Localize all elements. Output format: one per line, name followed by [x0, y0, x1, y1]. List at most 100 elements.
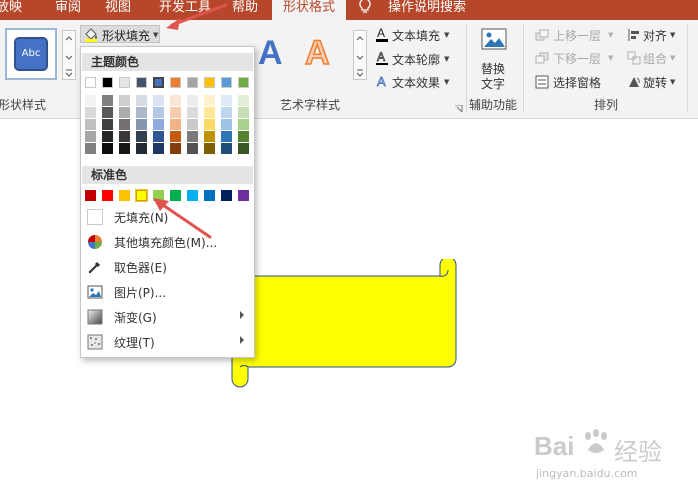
tell-me-search[interactable]: 操作说明搜索: [388, 0, 466, 20]
theme-shade-swatch[interactable]: [170, 95, 181, 106]
theme-shade-swatch[interactable]: [85, 131, 96, 142]
theme-shade-swatch[interactable]: [119, 143, 130, 154]
theme-color-swatch[interactable]: [153, 77, 164, 88]
theme-shade-swatch[interactable]: [221, 119, 232, 130]
shape-style-gallery[interactable]: Abc: [5, 28, 57, 80]
theme-shade-swatch[interactable]: [119, 95, 130, 106]
theme-shade-swatch[interactable]: [170, 107, 181, 118]
standard-color-swatch[interactable]: [170, 190, 181, 201]
theme-shade-swatch[interactable]: [119, 131, 130, 142]
standard-color-swatch[interactable]: [119, 190, 130, 201]
theme-shade-swatch[interactable]: [119, 119, 130, 130]
theme-color-swatch[interactable]: [136, 77, 147, 88]
theme-shade-swatch[interactable]: [204, 143, 215, 154]
standard-color-swatch[interactable]: [204, 190, 215, 201]
alt-text-label-2[interactable]: 文字: [481, 75, 505, 92]
theme-shade-swatch[interactable]: [221, 143, 232, 154]
tab-review[interactable]: 审阅: [55, 0, 81, 20]
align-button[interactable]: 对齐: [643, 27, 667, 44]
theme-shade-swatch[interactable]: [153, 95, 164, 106]
theme-color-swatch[interactable]: [221, 77, 232, 88]
theme-shade-swatch[interactable]: [221, 107, 232, 118]
theme-shade-swatch[interactable]: [238, 119, 249, 130]
standard-color-swatch[interactable]: [153, 190, 164, 201]
theme-shade-swatch[interactable]: [153, 107, 164, 118]
theme-shade-swatch[interactable]: [102, 143, 113, 154]
picture-fill-item[interactable]: 图片(P)...: [82, 280, 253, 304]
tab-slideshow[interactable]: 放映: [0, 0, 22, 20]
theme-shade-swatch[interactable]: [187, 131, 198, 142]
text-fill-button[interactable]: 文本填充: [392, 27, 440, 44]
theme-shade-swatch[interactable]: [85, 143, 96, 154]
wordart-style-blue[interactable]: A: [258, 34, 283, 73]
style-gallery-scroll[interactable]: [62, 30, 76, 80]
theme-shade-swatch[interactable]: [153, 143, 164, 154]
wordart-style-orange[interactable]: A: [304, 33, 330, 73]
theme-shade-swatch[interactable]: [170, 131, 181, 142]
dialog-launcher-icon[interactable]: [455, 102, 463, 116]
text-effects-button[interactable]: 文本效果: [392, 74, 440, 91]
theme-shade-swatch[interactable]: [102, 131, 113, 142]
theme-shade-swatch[interactable]: [153, 119, 164, 130]
texture-item[interactable]: 纹理(T): [82, 330, 253, 354]
selection-pane-button[interactable]: 选择窗格: [553, 74, 601, 91]
scroll-banner-shape[interactable]: [228, 259, 460, 389]
standard-color-swatch[interactable]: [135, 189, 148, 202]
theme-shade-swatch[interactable]: [102, 107, 113, 118]
standard-color-swatch[interactable]: [221, 190, 232, 201]
rotate-button[interactable]: 旋转: [643, 74, 667, 91]
tab-developer[interactable]: 开发工具: [159, 0, 211, 20]
theme-shade-swatch[interactable]: [204, 95, 215, 106]
more-fill-colors-item[interactable]: 其他填充颜色(M)...: [82, 230, 253, 254]
standard-color-swatch[interactable]: [238, 190, 249, 201]
theme-shade-swatch[interactable]: [136, 95, 147, 106]
theme-shade-swatch[interactable]: [136, 143, 147, 154]
tab-view[interactable]: 视图: [105, 0, 131, 20]
standard-color-swatch[interactable]: [102, 190, 113, 201]
theme-color-swatch[interactable]: [187, 77, 198, 88]
text-outline-button[interactable]: 文本轮廓: [392, 51, 440, 68]
theme-color-swatch[interactable]: [119, 77, 130, 88]
theme-shade-swatch[interactable]: [221, 131, 232, 142]
theme-shade-swatch[interactable]: [170, 119, 181, 130]
eyedropper-item[interactable]: 取色器(E): [82, 255, 253, 279]
theme-shade-swatch[interactable]: [204, 107, 215, 118]
theme-shade-swatch[interactable]: [238, 107, 249, 118]
theme-shade-swatch[interactable]: [204, 131, 215, 142]
theme-shade-swatch[interactable]: [187, 143, 198, 154]
theme-shade-swatch[interactable]: [102, 119, 113, 130]
wordart-gallery-scroll[interactable]: [353, 30, 367, 80]
standard-color-swatch[interactable]: [85, 190, 96, 201]
theme-shade-swatch[interactable]: [238, 131, 249, 142]
group-button[interactable]: 组合: [643, 50, 667, 67]
standard-color-swatch[interactable]: [187, 190, 198, 201]
theme-shade-swatch[interactable]: [85, 95, 96, 106]
tab-help[interactable]: 帮助: [232, 0, 258, 20]
theme-shade-swatch[interactable]: [204, 119, 215, 130]
theme-color-swatch[interactable]: [170, 77, 181, 88]
theme-color-swatch[interactable]: [238, 77, 249, 88]
theme-color-swatch[interactable]: [102, 77, 113, 88]
no-fill-item[interactable]: 无填充(N): [82, 205, 253, 229]
theme-shade-swatch[interactable]: [136, 107, 147, 118]
theme-shade-swatch[interactable]: [238, 143, 249, 154]
theme-color-swatch[interactable]: [204, 77, 215, 88]
theme-shade-swatch[interactable]: [136, 131, 147, 142]
theme-shade-swatch[interactable]: [119, 107, 130, 118]
theme-shade-swatch[interactable]: [187, 119, 198, 130]
theme-shade-swatch[interactable]: [187, 95, 198, 106]
tab-shape-format[interactable]: 形状格式: [272, 0, 346, 20]
theme-shade-swatch[interactable]: [238, 95, 249, 106]
theme-shade-swatch[interactable]: [187, 107, 198, 118]
theme-color-swatch[interactable]: [85, 77, 96, 88]
theme-shade-swatch[interactable]: [102, 95, 113, 106]
theme-shade-swatch[interactable]: [221, 95, 232, 106]
shape-fill-button[interactable]: 形状填充 ▼: [80, 25, 160, 43]
theme-shade-swatch[interactable]: [170, 143, 181, 154]
theme-shade-swatch[interactable]: [153, 131, 164, 142]
theme-shade-swatch[interactable]: [136, 119, 147, 130]
theme-shade-swatch[interactable]: [85, 107, 96, 118]
gradient-item[interactable]: 渐变(G): [82, 305, 253, 329]
theme-shade-swatch[interactable]: [85, 119, 96, 130]
bring-forward-button[interactable]: 上移一层: [553, 27, 601, 44]
